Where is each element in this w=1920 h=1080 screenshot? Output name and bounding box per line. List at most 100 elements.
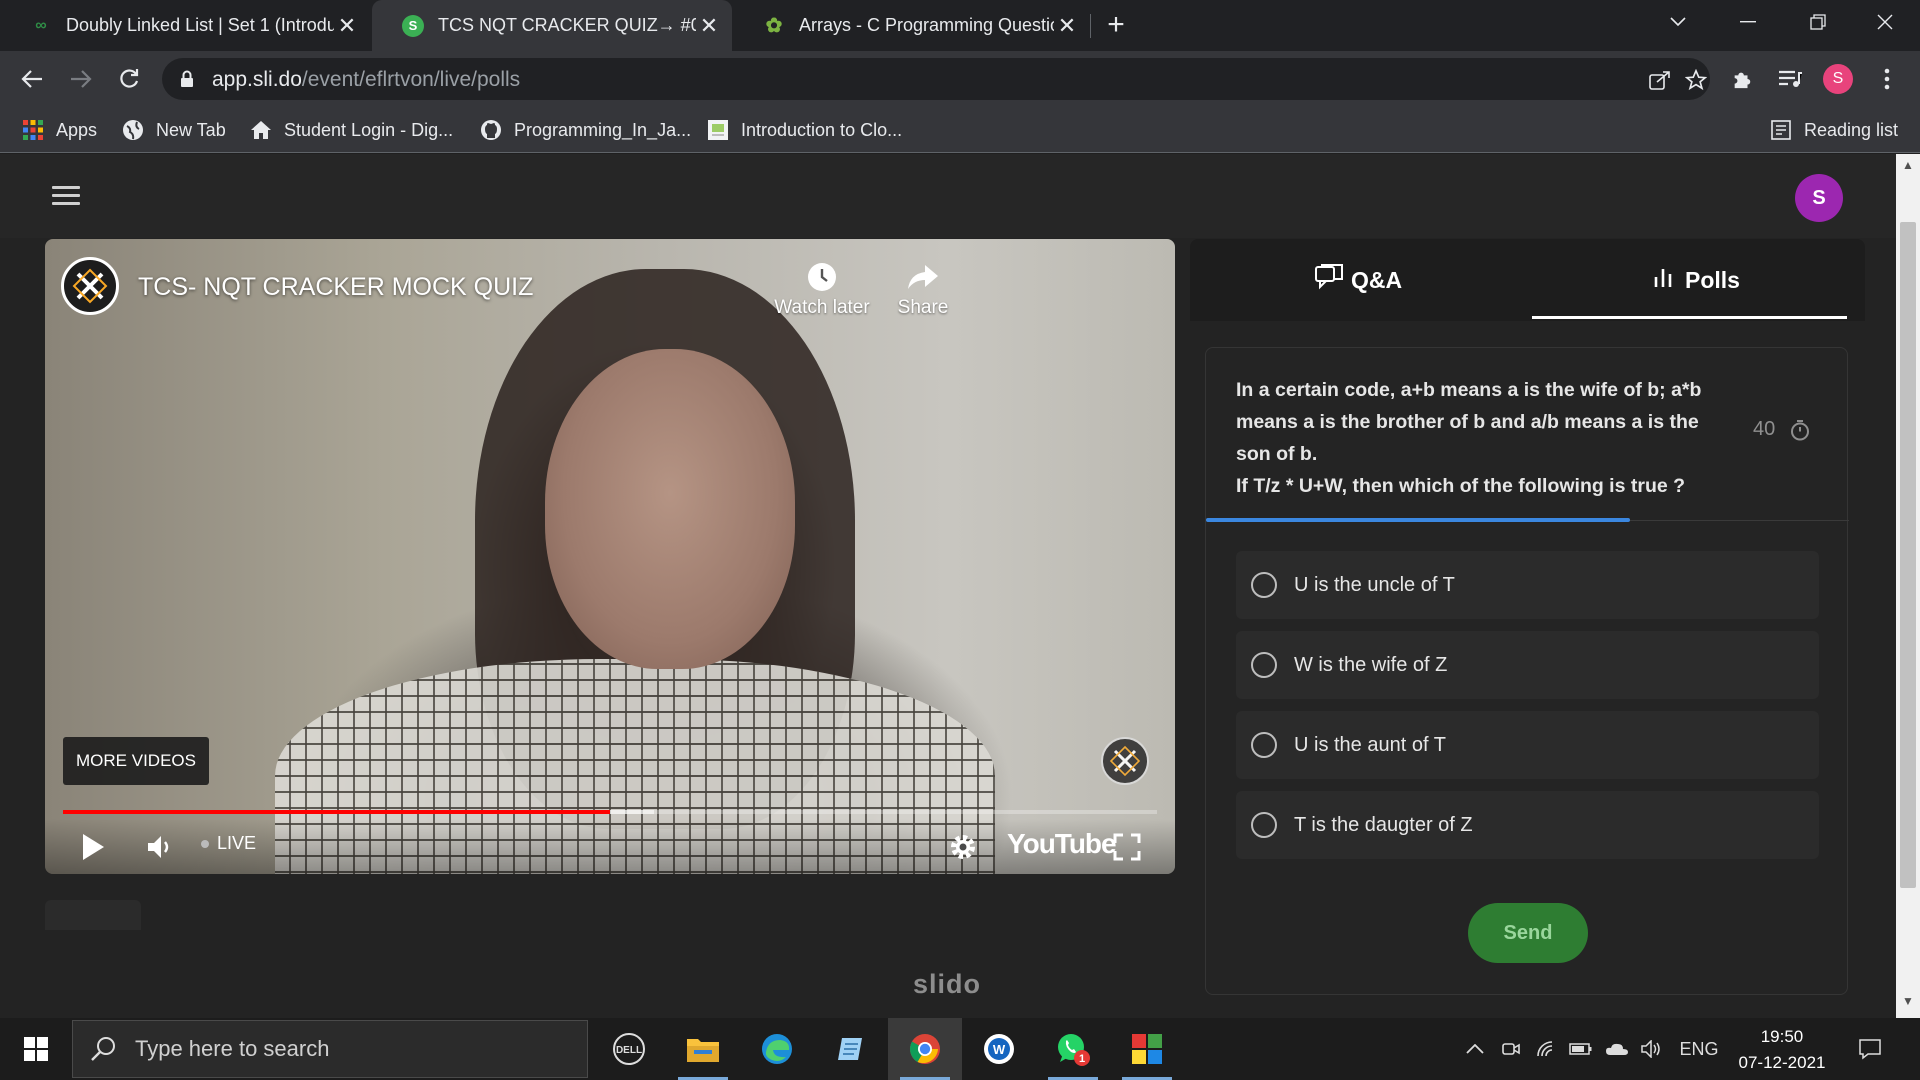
notification-center-icon[interactable] bbox=[1850, 1018, 1890, 1080]
windows-start-icon[interactable] bbox=[0, 1018, 72, 1080]
live-indicator[interactable]: LIVE bbox=[201, 833, 256, 854]
radio-button[interactable] bbox=[1251, 572, 1277, 598]
scroll-down-arrow-icon[interactable]: ▼ bbox=[1896, 994, 1920, 1014]
taskbar-search-box[interactable]: Type here to search bbox=[72, 1020, 588, 1078]
url-path: /event/eflrtvon/live/polls bbox=[301, 68, 521, 91]
slido-header: S bbox=[0, 154, 1896, 238]
poll-option[interactable]: T is the daugter of Z bbox=[1236, 791, 1819, 859]
close-icon[interactable]: ✕ bbox=[696, 13, 722, 39]
restore-icon[interactable] bbox=[1783, 0, 1853, 44]
video-progress-bar[interactable] bbox=[63, 810, 1157, 814]
poll-option[interactable]: U is the aunt of T bbox=[1236, 711, 1819, 779]
radio-button[interactable] bbox=[1251, 652, 1277, 678]
bookmark-label: Apps bbox=[56, 119, 98, 140]
url-text[interactable]: app.sli.do/event/eflrtvon/live/polls bbox=[212, 68, 520, 92]
poll-option[interactable]: U is the uncle of T bbox=[1236, 551, 1819, 619]
more-videos-button[interactable]: MORE VIDEOS bbox=[63, 737, 209, 785]
back-icon[interactable] bbox=[12, 59, 52, 99]
bookmark-new-tab[interactable]: New Tab bbox=[122, 107, 226, 153]
tab-qa[interactable]: Q&A bbox=[1190, 239, 1527, 321]
radio-button[interactable] bbox=[1251, 732, 1277, 758]
send-button[interactable]: Send bbox=[1468, 903, 1588, 963]
share-button[interactable]: Share bbox=[883, 257, 963, 319]
fullscreen-icon[interactable] bbox=[1109, 831, 1145, 863]
show-hidden-icons-chevron-icon[interactable] bbox=[1460, 1018, 1490, 1080]
notepad-icon[interactable] bbox=[814, 1018, 888, 1080]
bookmark-student-login[interactable]: Student Login - Dig... bbox=[250, 107, 453, 153]
slido-logo: slido bbox=[913, 969, 982, 999]
live-dot bbox=[201, 839, 209, 848]
slido-page: S TCS- NQT CRACKER MOCK QUIZ Watch later… bbox=[0, 154, 1896, 1018]
volume-icon[interactable] bbox=[141, 831, 181, 863]
watch-later-label: Watch later bbox=[774, 297, 870, 318]
whatsapp-icon[interactable]: 1 bbox=[1036, 1018, 1110, 1080]
onedrive-icon[interactable] bbox=[1602, 1018, 1632, 1080]
edge-icon[interactable] bbox=[740, 1018, 814, 1080]
video-title[interactable]: TCS- NQT CRACKER MOCK QUIZ bbox=[138, 273, 533, 302]
chrome-menu-icon[interactable] bbox=[1867, 59, 1907, 99]
question-line: In a certain code, a+b means a is the wi… bbox=[1236, 379, 1702, 401]
battery-icon[interactable] bbox=[1566, 1018, 1596, 1080]
bookmark-intro-to-cloud[interactable]: Introduction to Clo... bbox=[707, 107, 902, 153]
minimize-icon[interactable] bbox=[1713, 0, 1783, 44]
reload-icon[interactable] bbox=[109, 59, 149, 99]
radio-button[interactable] bbox=[1251, 812, 1277, 838]
tab-search-chevron-icon[interactable] bbox=[1643, 0, 1713, 44]
poll-option[interactable]: W is the wife of Z bbox=[1236, 631, 1819, 699]
below-video-tab[interactable] bbox=[45, 900, 141, 930]
close-icon[interactable]: ✕ bbox=[334, 13, 360, 39]
close-icon[interactable]: ✕ bbox=[1054, 13, 1080, 39]
channel-logo-icon[interactable] bbox=[61, 257, 119, 315]
tile-app-icon[interactable] bbox=[1110, 1018, 1184, 1080]
tab-tcs-quiz[interactable]: S TCS NQT CRACKER QUIZ→ #001 ✕ bbox=[372, 0, 732, 51]
poll-card: In a certain code, a+b means a is the wi… bbox=[1205, 347, 1849, 995]
bookmark-apps[interactable]: Apps bbox=[22, 107, 97, 153]
lock-icon[interactable] bbox=[180, 70, 194, 88]
dell-icon[interactable]: DELL bbox=[592, 1018, 666, 1080]
media-queue-icon[interactable] bbox=[1770, 59, 1810, 99]
share-page-icon[interactable] bbox=[1646, 66, 1674, 94]
extensions-puzzle-icon[interactable] bbox=[1722, 59, 1762, 99]
scroll-up-arrow-icon[interactable]: ▲ bbox=[1896, 158, 1920, 178]
tab-title: Doubly Linked List | Set 1 (Introduction… bbox=[66, 15, 334, 35]
youtube-logo[interactable]: YouTube bbox=[1007, 828, 1117, 860]
youtube-video-player[interactable]: TCS- NQT CRACKER MOCK QUIZ Watch later S… bbox=[45, 239, 1175, 874]
user-avatar[interactable]: S bbox=[1795, 174, 1843, 222]
chrome-icon[interactable] bbox=[888, 1018, 962, 1080]
profile-avatar[interactable]: S bbox=[1823, 64, 1853, 94]
word-like-icon[interactable]: W bbox=[962, 1018, 1036, 1080]
taskbar-clock[interactable]: 19:50 07-12-2021 bbox=[1730, 1024, 1834, 1076]
bookmark-label: New Tab bbox=[156, 119, 226, 140]
bookmark-programming-in-java[interactable]: Programming_In_Ja... bbox=[480, 107, 691, 153]
tab-doubly-linked-list[interactable]: ∞ Doubly Linked List | Set 1 (Introducti… bbox=[0, 0, 370, 51]
language-indicator[interactable]: ENG bbox=[1674, 1018, 1724, 1080]
new-tab-plus-icon[interactable]: + bbox=[1086, 3, 1146, 47]
close-window-icon[interactable] bbox=[1850, 0, 1920, 44]
scroll-thumb[interactable] bbox=[1900, 222, 1916, 888]
forward-icon[interactable] bbox=[61, 59, 101, 99]
tab-polls[interactable]: Polls bbox=[1528, 239, 1865, 321]
panel-tabs: Q&A Polls bbox=[1190, 239, 1865, 321]
reading-list-button[interactable]: Reading list bbox=[1770, 107, 1898, 153]
question-line: son of b. bbox=[1236, 443, 1318, 465]
file-explorer-icon[interactable] bbox=[666, 1018, 740, 1080]
watch-later-button[interactable]: Watch later bbox=[767, 257, 877, 319]
meet-now-icon[interactable] bbox=[1496, 1018, 1526, 1080]
hamburger-menu-icon[interactable] bbox=[52, 186, 80, 206]
channel-watermark-icon[interactable] bbox=[1101, 737, 1149, 785]
settings-gear-icon[interactable] bbox=[945, 829, 981, 865]
wifi-icon[interactable] bbox=[1532, 1018, 1562, 1080]
reading-list-label: Reading list bbox=[1804, 119, 1899, 140]
play-icon[interactable] bbox=[75, 831, 111, 863]
speaker-icon[interactable] bbox=[1637, 1018, 1667, 1080]
bookmarks-bar: Apps New Tab Student Login - Dig... Prog… bbox=[0, 107, 1920, 153]
address-bar[interactable]: app.sli.do/event/eflrtvon/live/polls bbox=[162, 58, 1710, 100]
page-scrollbar[interactable]: ▲ ▼ bbox=[1896, 154, 1920, 1018]
poll-question: In a certain code, a+b means a is the wi… bbox=[1236, 374, 1736, 502]
bookmark-label: Introduction to Clo... bbox=[741, 119, 903, 140]
tab-arrays-c[interactable]: ✿ Arrays - C Programming Questions ✕ bbox=[733, 0, 1090, 51]
video-controls: LIVE YouTube bbox=[45, 819, 1175, 874]
bookmark-star-icon[interactable] bbox=[1682, 66, 1710, 94]
browser-toolbar: app.sli.do/event/eflrtvon/live/polls S bbox=[0, 51, 1920, 107]
tab-qa-label: Q&A bbox=[1350, 266, 1403, 293]
